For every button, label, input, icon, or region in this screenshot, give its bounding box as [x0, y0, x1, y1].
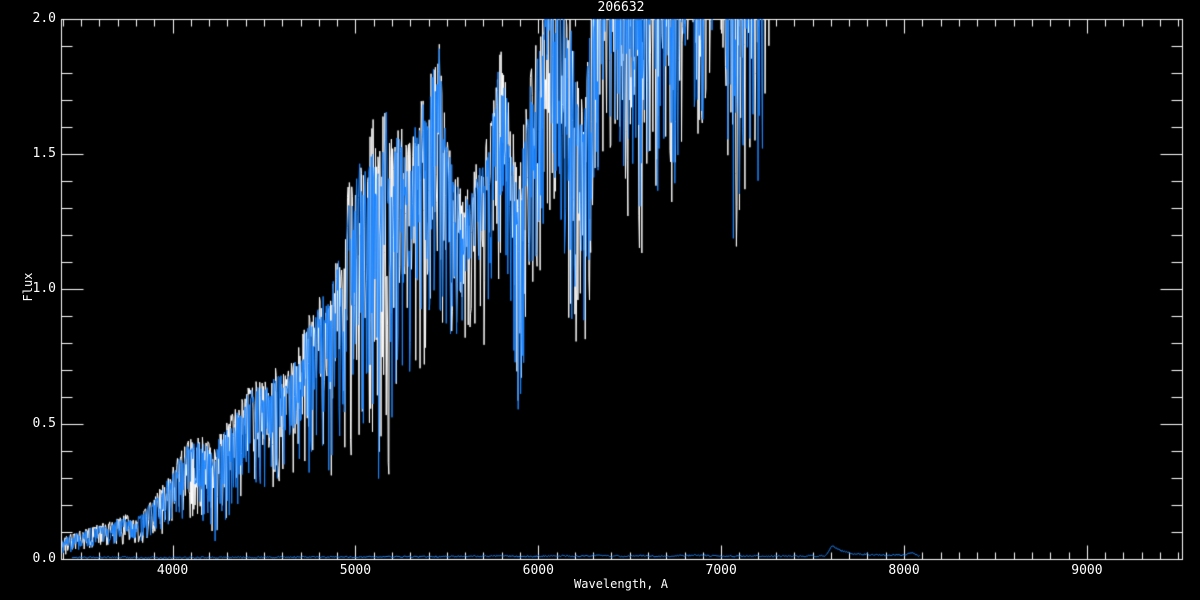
x-tick-label: 6000 [522, 563, 554, 578]
x-axis-title: Wavelength, A [574, 577, 668, 591]
x-tick-label: 7000 [705, 563, 737, 578]
x-tick-label: 5000 [339, 563, 372, 578]
spectrum-figure: 206632 Wavelength, A Flux 4000 5000 6000 70… [0, 0, 1200, 600]
x-tick-label: 4000 [156, 563, 189, 578]
x-tick-label: 8000 [888, 563, 920, 578]
y-tick-label: 0.5 [32, 416, 56, 431]
y-tick-label: 2.0 [32, 11, 56, 26]
y-tick-label: 1.5 [32, 146, 56, 161]
x-tick-label: 9000 [1071, 563, 1103, 578]
plot-title: 206632 [597, 0, 645, 15]
y-tick-label: 1.0 [32, 281, 56, 296]
spectrum-plot-canvas [0, 0, 1200, 600]
y-tick-label: 0.0 [32, 551, 56, 566]
